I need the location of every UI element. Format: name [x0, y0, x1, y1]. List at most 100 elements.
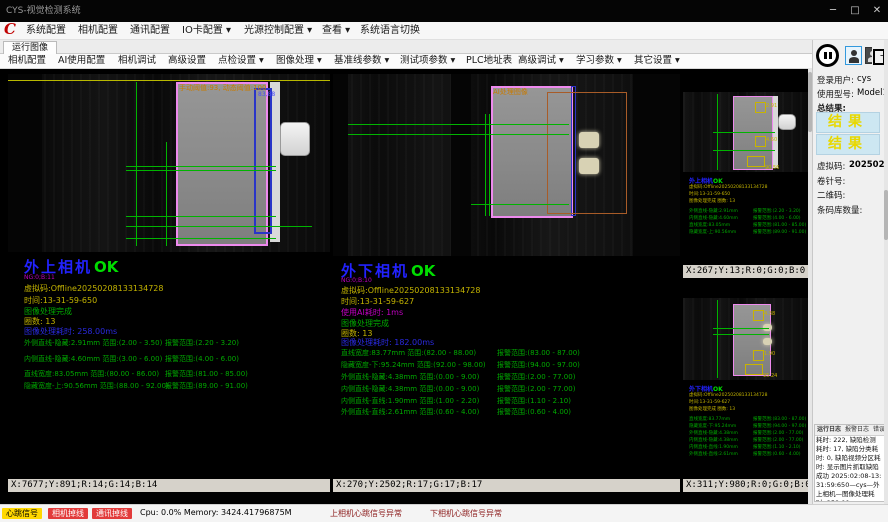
left-camera-panel: 手动阈值:93, 动态阈值:100 83,88 外上相机OK NG:0;B:11… [8, 74, 330, 492]
warn-upper-camera: 上相机心跳信号异常 [330, 508, 402, 519]
detection-line [126, 226, 312, 227]
coordinate-bar: X:267;Y:13;R:0;G:0;B:0 [683, 265, 808, 278]
menu-item-language-switch[interactable]: 系统语言切换 [360, 22, 420, 39]
detection-line [713, 334, 769, 335]
user-icon [849, 57, 859, 63]
pause-icon [829, 52, 832, 59]
qr-code-label: 二维码: [817, 189, 845, 201]
left-camera-image[interactable]: 手动阈值:93, 动态阈值:100 83,88 [8, 74, 330, 252]
cpu-memory-text: Cpu: 0.0% Memory: 3424.41796875M [140, 508, 292, 517]
measurement-row: 隐藏宽度-下:95.24mm 范围:(92.00 - 98.00) 报警范围:(9… [341, 360, 676, 370]
image-dark-region [8, 74, 42, 252]
barcode-text: 虚拟码:Offline20250208133134728 [24, 283, 163, 294]
user-icon [851, 50, 857, 56]
measurement-row: 外侧直线-直线:2.61mm 范围:(0.60 - 4.00)报警范围:(0.6… [341, 407, 676, 417]
toolbar-plc-table[interactable]: PLC地址表 [466, 54, 512, 68]
comm-offline-badge: 通讯掉线 [92, 508, 132, 519]
toolbar-baseline-params[interactable]: 基准线参数 ▾ [334, 54, 389, 68]
alarm-range-text: 报警范围:(94.00 - 97.00) [497, 360, 580, 370]
menu-item-view[interactable]: 查看 ▾ [322, 22, 350, 39]
mini-camera-image[interactable]: 4.38 1.90 95.24 [683, 298, 808, 380]
alarm-range-text: 报警范围:(2.00 - 77.00) [497, 384, 575, 394]
login-user-button[interactable] [845, 46, 862, 65]
clip-object [280, 122, 310, 156]
menu-item-comm-config[interactable]: 通讯配置 [130, 22, 170, 39]
pause-button[interactable] [816, 44, 839, 67]
annotation-box [755, 136, 766, 147]
ng-counter-text: NG:0;B:10 [341, 277, 372, 284]
result-box-1: 结果 [816, 112, 880, 133]
measurement-text: 内侧直线-隐藏:4.60mm 范围:(3.00 - 6.00) [24, 355, 162, 363]
measurement-row: 内侧直线-隐藏:4.38mm 范围:(0.00 - 9.00)报警范围:(2.0… [341, 384, 676, 394]
measurement-text: 外侧直线-隐藏:4.38mm 范围:(0.00 - 9.00) [341, 373, 479, 381]
vertical-scrollbar-right[interactable] [884, 40, 888, 504]
tab-run-image[interactable]: 运行图像 [3, 41, 57, 54]
menu-item-camera-config[interactable]: 相机配置 [78, 22, 118, 39]
menu-bar: C 系统配置 相机配置 通讯配置 IO卡配置 ▾ 光源控制配置 ▾ 查看 ▾ 系… [0, 22, 888, 40]
coordinate-bar: X:311;Y:980;R:0;G:0;B:0 [683, 479, 808, 492]
annotation-box [753, 350, 764, 361]
toolbar-learn-params[interactable]: 学习参数 ▾ [576, 54, 622, 68]
app-window: CYS-视觉检测系统 ─ □ ✕ C 系统配置 相机配置 通讯配置 IO卡配置 … [0, 0, 888, 522]
mini-alarm-block: 报警范围:(83.00 - 87.00) 报警范围:(94.00 - 97.00… [753, 416, 807, 458]
toolbar-image-process[interactable]: 图像处理 ▾ [276, 54, 322, 68]
detection-line [126, 170, 276, 171]
center-camera-image[interactable]: AI处理图像 [333, 74, 680, 256]
measurement-text: 直线宽度:83.77mm 范围:(82.00 - 88.00) [341, 349, 476, 357]
annotation-box [753, 310, 764, 321]
mini-measurement-block: 外侧直线-隐藏:2.91mm 内侧直线-隐藏:4.60mm 直线宽度:83.05… [689, 208, 751, 236]
detection-line [126, 166, 276, 167]
sidebar: → 登录用户: cys 使用型号: Model1 总结果: 结果 结果 虚拟码:… [812, 40, 888, 504]
close-button[interactable]: ✕ [866, 0, 888, 22]
alarm-range-text: 报警范围:(89.00 - 91.00) [165, 381, 248, 391]
reel-needle-label: 卷针号: [817, 175, 845, 187]
toolbar-check-config[interactable]: 点检设置 ▾ [218, 54, 264, 68]
toolbar-advanced-debug[interactable]: 高级调试 ▾ [518, 54, 564, 68]
measurement-text: 隐藏宽度-下:95.24mm 范围:(92.00 - 98.00) [341, 361, 486, 369]
mini-camera-image[interactable]: 2.91 4.60 90.56 [683, 92, 808, 172]
minimize-button[interactable]: ─ [822, 0, 844, 22]
menu-item-light-config[interactable]: 光源控制配置 ▾ [244, 22, 312, 39]
annotation-box [745, 364, 763, 375]
annotation-box [747, 156, 765, 167]
toolbar-camera-config[interactable]: 相机配置 [8, 54, 46, 68]
detection-line [713, 150, 775, 151]
ng-counter-text: NG:0;B:11 [24, 274, 55, 281]
measurement-row: 外侧直线-隐藏:4.38mm 范围:(0.00 - 9.00)报警范围:(2.0… [341, 372, 676, 382]
toolbar-ai-config[interactable]: AI使用配置 [58, 54, 105, 68]
mini-view-top: 2.91 4.60 90.56 外上相机OK 虚拟码:Offline202502… [683, 74, 808, 278]
roi-orange-rect [547, 92, 627, 214]
log-tab-alarm[interactable]: 报警日志 [843, 426, 871, 433]
annotation-label: 95.24 [763, 373, 777, 379]
measurement-row: 直线宽度:83.77mm 范围:(82.00 - 88.00)报警范围:(83.… [341, 348, 676, 358]
detection-line [489, 114, 490, 216]
threshold-overlay: 手动阈值:93, 动态阈值:100 [179, 83, 266, 93]
annotation-box [755, 102, 766, 113]
warn-lower-camera: 下相机心跳信号异常 [430, 508, 502, 519]
log-tab-run[interactable]: 运行日志 [815, 426, 843, 433]
mini-measurement-block: 直线宽度:83.77mm 隐藏宽度-下:95.24mm 外侧直线-隐藏:4.38… [689, 416, 751, 458]
toolbar-advanced-config[interactable]: 高级设置 [168, 54, 206, 68]
mini-info-block: 虚拟码:Offline20250208133134728 时间:13-31-59… [689, 392, 804, 413]
alarm-range-text: 报警范围:(81.00 - 85.00) [165, 369, 248, 379]
scrollbar-thumb[interactable] [884, 190, 888, 240]
heartbeat-badge: 心跳信号 [2, 508, 42, 519]
detection-line [166, 142, 167, 246]
toolbar-other-config[interactable]: 其它设置 ▾ [634, 54, 680, 68]
toolbar-test-params[interactable]: 测试项参数 ▾ [400, 54, 455, 68]
time-text: 时间:13-31-59-650 [24, 295, 97, 306]
image-dark-region [451, 74, 471, 256]
image-dark-region [633, 74, 680, 256]
toolbar-camera-debug[interactable]: 相机调试 [118, 54, 156, 68]
menu-item-io-config[interactable]: IO卡配置 ▾ [182, 22, 231, 39]
detection-line [126, 216, 276, 217]
maximize-button[interactable]: □ [844, 0, 866, 22]
log-panel: 运行日志报警日志错误日志 耗时: 222, 缺陷检测耗时: 17, 缺陷分类耗时… [814, 424, 886, 502]
alarm-range-text: 报警范围:(1.10 - 2.10) [497, 396, 571, 406]
roi-blue-rect [254, 88, 272, 234]
log-text: 耗时: 222, 缺陷检测耗时: 17, 缺陷分类耗时: 0, 缺陷视频分区耗时… [816, 436, 882, 502]
status-bar: 心跳信号 相机掉线 通讯掉线 Cpu: 0.0% Memory: 3424.41… [0, 504, 888, 522]
toolbar: 相机配置 AI使用配置 相机调试 高级设置 点检设置 ▾ 图像处理 ▾ 基准线参… [0, 54, 812, 69]
menu-item-system-config[interactable]: 系统配置 [26, 22, 66, 39]
virtual-code-value: 20250208 [849, 160, 888, 170]
